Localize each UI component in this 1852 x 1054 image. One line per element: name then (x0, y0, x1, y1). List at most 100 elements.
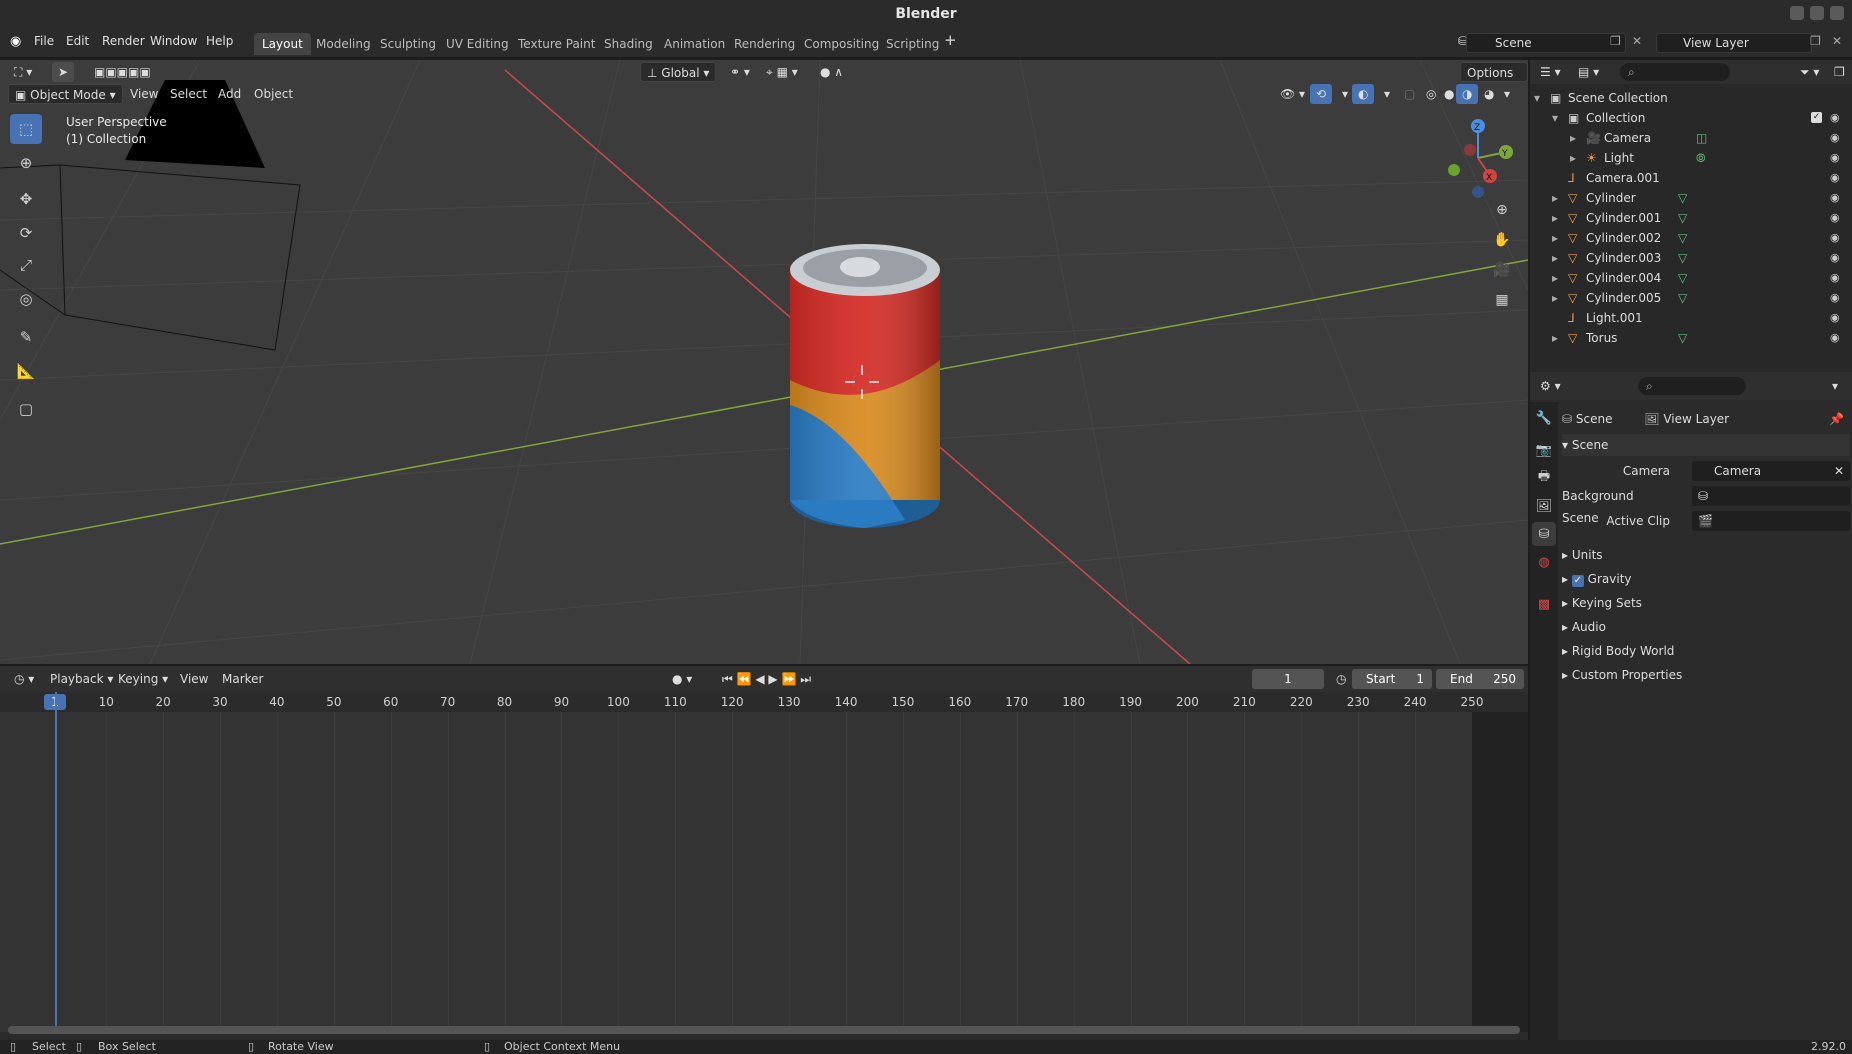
tool-tab-icon[interactable]: 🔧 (1532, 406, 1556, 430)
proportional-editing-icon[interactable]: ● ∧ (814, 62, 849, 82)
view-layer-tab-icon[interactable]: 🖼 (1532, 494, 1556, 518)
timeline-editor-type-icon[interactable]: ◷ ▾ (8, 669, 40, 689)
overlay-toggle-icon[interactable]: ◐ (1352, 84, 1375, 104)
outliner-row[interactable]: ⅃ Light.001 ◉ (1530, 308, 1852, 328)
tweak-tool-icon[interactable]: ➤ (52, 62, 75, 82)
tab-modeling[interactable]: Modeling (308, 33, 379, 55)
outliner-root-row[interactable]: ▾ ▣ Scene Collection (1530, 88, 1852, 108)
outliner-row[interactable]: ▸ 🎥 Camera ◫ ◉ (1530, 128, 1852, 148)
expand-arrow-icon[interactable]: ▸ (1552, 288, 1558, 308)
keying-sets-panel[interactable]: ▸ Keying Sets (1562, 592, 1850, 614)
current-frame-field[interactable]: 1 (1252, 669, 1324, 689)
visibility-eye-icon[interactable]: ◉ (1830, 112, 1842, 124)
delete-scene-icon[interactable]: ✕ (1632, 34, 1642, 48)
expand-arrow-icon[interactable]: ▸ (1552, 248, 1558, 268)
outliner-row[interactable]: ▸ ▽ Cylinder.003 ▽ ◉ (1530, 248, 1852, 268)
menu-select[interactable]: Select (164, 84, 213, 104)
rotate-tool[interactable]: ⟳ (10, 218, 42, 248)
pan-hand-icon[interactable]: ✋ (1490, 228, 1514, 252)
visibility-eye-icon[interactable]: ◉ (1830, 212, 1842, 224)
pivot-point-icon[interactable]: ⚭ ▾ (724, 62, 756, 82)
maximize-button[interactable] (1810, 6, 1824, 20)
visibility-eye-icon[interactable]: ◉ (1830, 272, 1842, 284)
end-frame-field[interactable]: End 250 (1436, 669, 1524, 689)
tab-compositing[interactable]: Compositing (796, 33, 887, 55)
timeline-scrollbar[interactable] (8, 1026, 1520, 1034)
menu-view[interactable]: View (124, 84, 164, 104)
outliner-row[interactable]: ▸ ▽ Cylinder.005 ▽ ◉ (1530, 288, 1852, 308)
outliner-row[interactable]: ▸ ▽ Torus ▽ ◉ (1530, 328, 1852, 348)
texture-tab-icon[interactable]: ▩ (1532, 592, 1556, 616)
filter-icon[interactable]: ⏷ ▾ (1794, 62, 1825, 82)
navigation-gizmo[interactable]: Z Y X (1436, 112, 1516, 202)
editor-type-icon[interactable]: ⛶ ▾ (8, 62, 38, 82)
transform-orientation-selector[interactable]: ⊥ Global ▾ (640, 62, 717, 82)
visibility-eye-icon[interactable]: ◉ (1830, 252, 1842, 264)
delete-view-layer-icon[interactable]: ✕ (1832, 34, 1842, 48)
menu-keying[interactable]: Keying ▾ (112, 669, 174, 689)
exclude-checkbox[interactable]: ✓ (1811, 112, 1822, 123)
menu-marker[interactable]: Marker (216, 669, 269, 689)
display-mode-icon[interactable]: ▤ ▾ (1572, 62, 1605, 82)
annotate-tool[interactable]: ✎ (10, 322, 42, 352)
visibility-eye-icon[interactable]: ◉ (1830, 132, 1842, 144)
rigid-body-world-panel[interactable]: ▸ Rigid Body World (1562, 640, 1850, 662)
menu-render[interactable]: Render (102, 34, 145, 48)
menu-timeline-view[interactable]: View (174, 669, 214, 689)
object-data-icon[interactable]: ◫ (1696, 128, 1707, 148)
add-workspace-icon[interactable]: + (944, 31, 957, 49)
gravity-panel[interactable]: ▸ ✓ Gravity (1562, 568, 1850, 590)
properties-options-icon[interactable]: ▾ (1826, 376, 1844, 396)
add-cube-tool[interactable]: ▢ (10, 394, 42, 424)
new-view-layer-icon[interactable]: ❐ (1810, 34, 1821, 48)
object-data-icon[interactable]: ▽ (1678, 228, 1687, 248)
scene-tab-icon[interactable]: ⛁ (1532, 522, 1556, 546)
record-icon[interactable]: ● ▾ (666, 669, 698, 689)
object-data-icon[interactable]: ▽ (1678, 208, 1687, 228)
object-data-icon[interactable]: ▽ (1678, 268, 1687, 288)
visibility-eye-icon[interactable]: ◉ (1830, 192, 1842, 204)
xray-icon[interactable]: ▢ (1398, 84, 1421, 104)
output-tab-icon[interactable]: 🖶 (1532, 466, 1556, 490)
visibility-eye-icon[interactable]: ◉ (1830, 312, 1842, 324)
visibility-eye-icon[interactable]: ◉ (1830, 232, 1842, 244)
snap-icon[interactable]: ⌖ ▦ ▾ (760, 62, 804, 82)
new-scene-icon[interactable]: ❐ (1610, 34, 1621, 48)
render-tab-icon[interactable]: 📷 (1532, 438, 1556, 462)
tab-scripting[interactable]: Scripting (878, 33, 947, 55)
playhead-line[interactable] (55, 692, 57, 1032)
view-layer-selector[interactable]: View Layer (1656, 33, 1812, 53)
timeline-ruler[interactable]: 1 10203040506070809010011012013014015016… (0, 692, 1528, 712)
outliner-row[interactable]: ⅃ Camera.001 ◉ (1530, 168, 1852, 188)
timeline-editor[interactable]: ◷ ▾ Playback ▾ Keying ▾ View Marker ● ▾ … (0, 666, 1528, 1040)
shading-material-icon[interactable]: ◑ (1456, 84, 1479, 104)
tab-texture-paint[interactable]: Texture Paint (510, 33, 603, 55)
options-button[interactable]: Options ▾ (1460, 62, 1528, 100)
move-tool[interactable]: ✥ (10, 184, 42, 214)
transform-tool[interactable]: ◎ (10, 284, 42, 314)
expand-arrow-icon[interactable]: ▸ (1570, 128, 1576, 148)
outliner-search-input[interactable]: ⌕ (1620, 63, 1730, 81)
object-data-icon[interactable]: ▽ (1678, 248, 1687, 268)
audio-panel[interactable]: ▸ Audio (1562, 616, 1850, 638)
start-frame-field[interactable]: Start 1 (1352, 669, 1432, 689)
visibility-icon[interactable]: 👁 ▾ (1274, 84, 1311, 104)
preview-range-icon[interactable]: ◷ (1330, 669, 1352, 689)
cursor-tool[interactable]: ⊕ (10, 148, 42, 178)
blender-logo-icon[interactable]: ◉ (10, 34, 21, 49)
zoom-icon[interactable]: ⊕ (1490, 198, 1514, 222)
mode-selector[interactable]: ▣ Object Mode ▾ (8, 84, 123, 104)
pin-icon[interactable]: 📌 (1829, 408, 1844, 430)
overlay-dropdown-icon[interactable]: ▾ (1378, 84, 1396, 104)
visibility-eye-icon[interactable]: ◉ (1830, 172, 1842, 184)
new-collection-icon[interactable]: ❐ (1828, 62, 1851, 82)
properties-editor-type-icon[interactable]: ⚙ ▾ (1534, 376, 1567, 396)
active-clip-field[interactable]: 🎬 (1692, 511, 1850, 531)
object-data-icon[interactable]: ▽ (1678, 288, 1687, 308)
scene-selector[interactable]: Scene (1466, 33, 1626, 53)
minimize-button[interactable] (1790, 6, 1804, 20)
expand-arrow-icon[interactable]: ▾ (1552, 108, 1558, 128)
tab-animation[interactable]: Animation (656, 33, 733, 55)
ortho-grid-icon[interactable]: ▦ (1490, 288, 1514, 312)
visibility-eye-icon[interactable]: ◉ (1830, 292, 1842, 304)
